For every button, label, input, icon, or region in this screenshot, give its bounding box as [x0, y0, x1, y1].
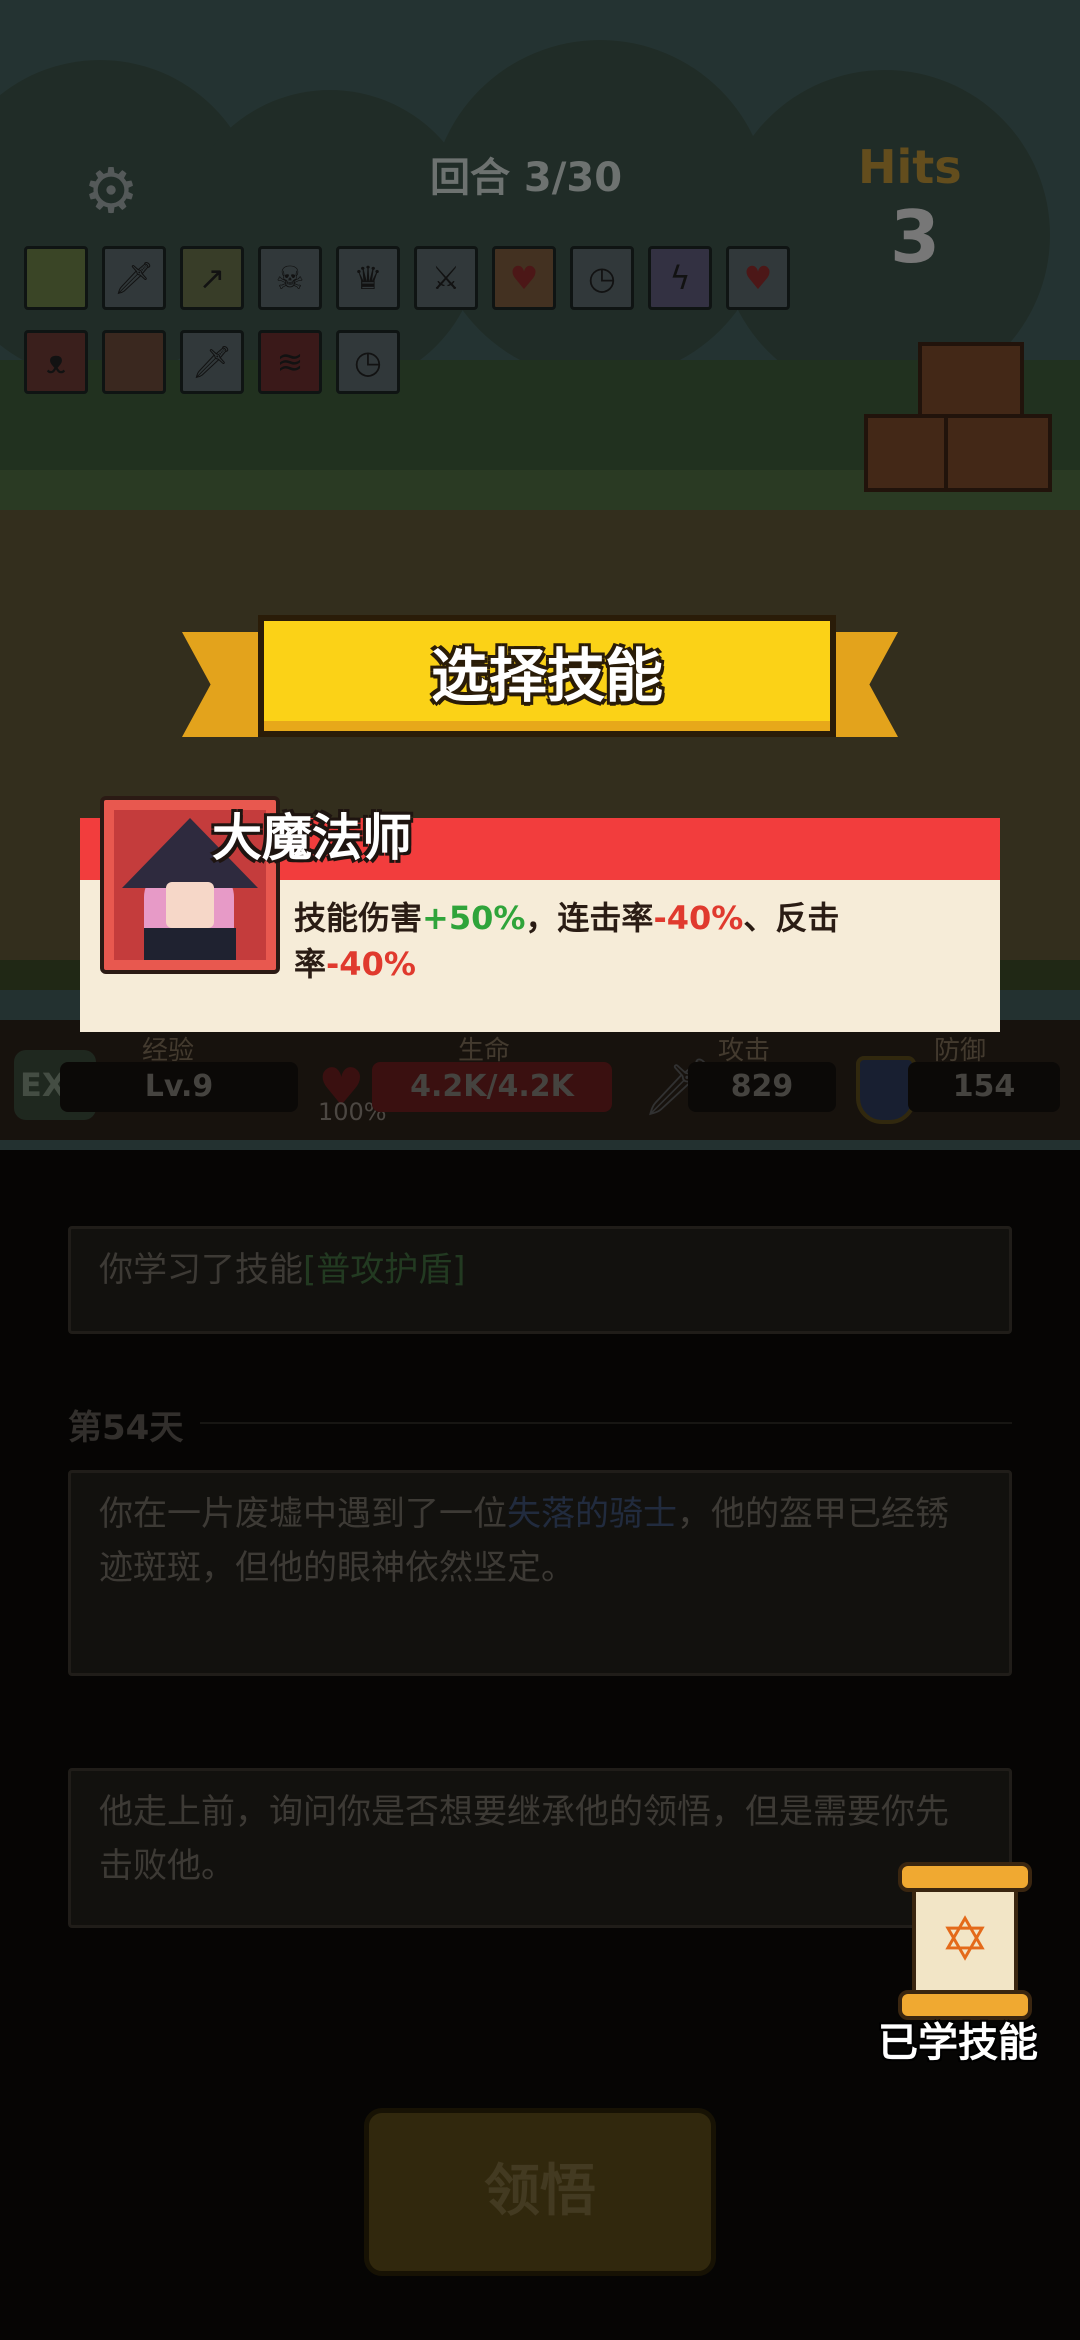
log-text: 你在一片废墟中遇到了一位 [99, 1494, 507, 1534]
npc-name: 失落的骑士 [507, 1494, 677, 1534]
desc-text: ，连击率 [525, 899, 654, 937]
comprehend-button[interactable]: 领悟 [364, 2108, 716, 2276]
select-skill-banner: 选择技能 [258, 615, 836, 737]
hits-count: 3 [890, 195, 941, 279]
skill-link[interactable]: [普攻护盾] [303, 1250, 466, 1290]
green-slime-icon[interactable] [24, 246, 88, 310]
round-counter: 回合 3/30 [430, 155, 623, 201]
banner-title: 选择技能 [430, 642, 663, 710]
frog-icon[interactable] [102, 330, 166, 394]
tree [430, 40, 770, 380]
sword-icon[interactable]: 🗡 [102, 246, 166, 310]
divider [200, 1422, 1012, 1424]
skill-description: 技能伤害+50%，连击率-40%、反击率-40% [294, 895, 934, 987]
atk-value: 829 [688, 1062, 836, 1112]
hits-label: Hits [858, 140, 962, 194]
crate [918, 342, 1024, 420]
hp-value: 4.2K/4.2K [410, 1069, 574, 1104]
skill-damage-bonus: +50% [422, 899, 526, 937]
arrow-up-icon[interactable]: ↗ [180, 246, 244, 310]
learned-skills-label[interactable]: 已学技能 [878, 2010, 1038, 2068]
lightning-icon[interactable]: ϟ [648, 246, 712, 310]
skull-icon[interactable]: ☠ [258, 246, 322, 310]
double-sword-icon[interactable]: ⚔ [414, 246, 478, 310]
clock-icon[interactable]: ◷ [570, 246, 634, 310]
crown-icon[interactable]: ♛ [336, 246, 400, 310]
hp-bar: 4.2K/4.2K [372, 1062, 612, 1112]
hexagram-icon: ✡ [939, 1905, 991, 1975]
clock-icon[interactable]: ◷ [336, 330, 400, 394]
fang-icon[interactable]: ᴥ [24, 330, 88, 394]
learned-skills-button[interactable]: ✡ [898, 1862, 1032, 2020]
heart-30-icon[interactable]: ♥ [726, 246, 790, 310]
log-entry: 他走上前，询问你是否想要继承他的领悟，但是需要你先击败他。 [68, 1768, 1012, 1928]
shield-icon [856, 1056, 916, 1124]
combo-rate-penalty: -40% [653, 899, 744, 937]
desc-text: 技能伤害 [294, 899, 423, 937]
sword-icon[interactable]: 🗡 [180, 330, 244, 394]
settings-gear-icon[interactable]: ⚙ [78, 158, 144, 224]
crate [864, 414, 948, 492]
log-text: 你学习了技能 [99, 1250, 303, 1290]
def-value: 154 [908, 1062, 1060, 1112]
log-text: 他走上前，询问你是否想要继承他的领悟，但是需要你先击败他。 [99, 1792, 949, 1886]
day-label: 第54天 [68, 1408, 184, 1448]
crate [944, 414, 1052, 492]
fire-icon[interactable]: ≋ [258, 330, 322, 394]
log-entry: 你在一片废墟中遇到了一位失落的骑士，他的盔甲已经锈迹斑斑，但他的眼神依然坚定。 [68, 1470, 1012, 1676]
skill-name: 大魔法师 [212, 809, 412, 867]
level-value: Lv.9 [60, 1062, 298, 1112]
counter-rate-penalty: -40% [326, 945, 416, 983]
portrait-face [166, 882, 214, 928]
scroll-body: ✡ [912, 1888, 1018, 1994]
portrait-robe [144, 928, 236, 960]
heart-icon[interactable]: ♥ [492, 246, 556, 310]
log-entry: 你学习了技能[普攻护盾] [68, 1226, 1012, 1334]
scroll-roll [898, 1862, 1032, 1892]
